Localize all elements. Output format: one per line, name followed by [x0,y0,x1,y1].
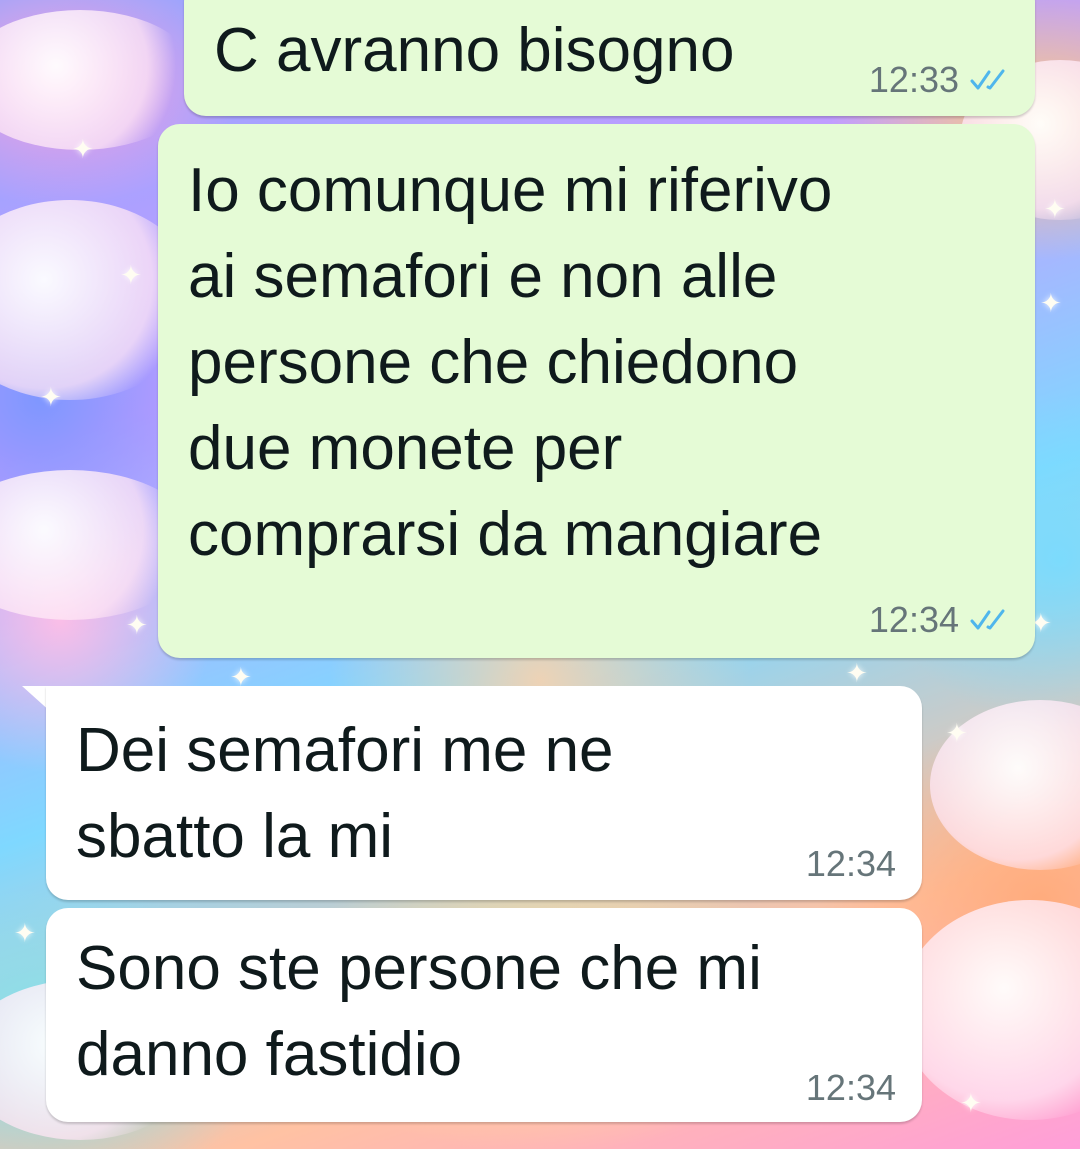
wallpaper-star: ✦ [1040,288,1062,318]
double-check-icon [970,609,1005,630]
message-text: Sono ste persone che mi danno fastidio [76,934,762,1089]
message-bubble-outgoing[interactable]: Io comunque mi riferivo ai semafori e no… [158,124,1035,658]
message-time: 12:34 [805,1067,896,1108]
message-time: 12:33 [868,59,959,100]
message-text: Io comunque mi riferivo ai semafori e no… [188,156,833,569]
wallpaper-star: ✦ [946,718,968,748]
message-text: Dei semafori me ne sbatto la mi [76,716,614,871]
double-check-icon [970,69,1005,90]
message-meta: 12:34 [806,1070,896,1106]
wallpaper-star: ✦ [120,260,142,290]
message-time: 12:34 [805,843,896,884]
message-meta: 12:33 [869,62,1009,98]
message-bubble-incoming[interactable]: Dei semafori me ne sbatto la mi 12:34 [46,686,922,900]
wallpaper-star: ✦ [126,610,148,640]
wallpaper-star: ✦ [1044,194,1066,224]
wallpaper-star: ✦ [72,134,94,164]
wallpaper-star: ✦ [960,1088,982,1118]
message-meta: 12:34 [806,846,896,882]
wallpaper-star: ✦ [40,382,62,412]
message-bubble-incoming[interactable]: Sono ste persone che mi danno fastidio 1… [46,908,922,1122]
message-meta: 12:34 [869,602,1009,638]
message-bubble-outgoing[interactable]: C avranno bisogno 12:33 [184,0,1035,116]
wallpaper-star: ✦ [846,658,868,688]
message-time: 12:34 [868,599,959,640]
message-text: C avranno bisogno [214,16,735,85]
wallpaper-star: ✦ [14,918,36,948]
wallpaper-cloud [900,900,1080,1120]
